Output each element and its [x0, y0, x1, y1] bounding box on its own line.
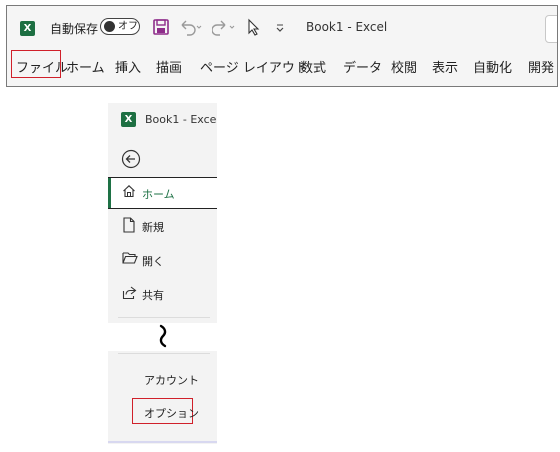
excel-logo-icon: X	[20, 21, 39, 36]
pointer-icon[interactable]	[247, 18, 261, 36]
backstage-item-label: 開く	[142, 255, 164, 268]
ribbon-tabs: ファイル ホーム 挿入 描画 ページ レイアウト 数式 データ 校閲 表示 自動…	[7, 48, 557, 86]
excel-logo-icon: X	[121, 112, 140, 127]
tab-page-layout[interactable]: ページ レイアウト	[200, 57, 308, 76]
tab-home[interactable]: ホーム	[66, 57, 105, 76]
window-title: Book1 - Excel	[306, 20, 388, 34]
tab-data[interactable]: データ	[343, 57, 382, 76]
home-icon	[123, 185, 135, 198]
folder-icon	[122, 252, 138, 264]
panel-bottom-line	[108, 441, 217, 443]
autosave-toggle[interactable]: オフ	[100, 18, 140, 35]
undo-icon[interactable]	[179, 18, 203, 36]
tab-draw[interactable]: 描画	[156, 57, 182, 76]
backstage-item-home[interactable]: ホーム	[108, 177, 217, 209]
tab-review[interactable]: 校閲	[391, 57, 417, 76]
customize-icon[interactable]	[275, 18, 285, 36]
backstage-item-label: 共有	[142, 289, 164, 302]
backstage-item-account[interactable]: アカウント	[144, 372, 199, 388]
backstage-panel: X Book1 - Exce ホーム 新規 開く 共有 アカウント オプション	[108, 103, 217, 444]
divider	[118, 317, 210, 318]
excel-ribbon-screenshot: X 自動保存 オフ Book1 - Excel ファイル ホーム 挿入 描画 ペ…	[6, 5, 558, 87]
backstage-item-new[interactable]: 新規	[108, 211, 217, 241]
toggle-knob	[104, 21, 115, 32]
tab-automate[interactable]: 自動化	[473, 57, 512, 76]
back-arrow-icon[interactable]	[121, 149, 141, 169]
share-icon	[122, 286, 137, 300]
backstage-item-label: ホーム	[142, 188, 175, 201]
break-squiggle-icon	[159, 324, 167, 348]
new-doc-icon	[123, 217, 135, 233]
autosave-state: オフ	[118, 21, 138, 32]
backstage-item-share[interactable]: 共有	[108, 279, 217, 309]
backstage-title: Book1 - Exce	[145, 113, 217, 126]
save-icon[interactable]	[153, 18, 169, 36]
title-bar: X 自動保存 オフ Book1 - Excel	[7, 6, 557, 46]
tab-formulas[interactable]: 数式	[300, 57, 326, 76]
divider	[118, 353, 210, 354]
backstage-item-label: 新規	[142, 221, 164, 234]
backstage-item-options[interactable]: オプション	[144, 405, 199, 421]
tab-developer[interactable]: 開発	[528, 57, 554, 76]
backstage-item-open[interactable]: 開く	[108, 245, 217, 275]
file-tab-highlight	[11, 50, 61, 78]
redo-icon[interactable]	[212, 18, 236, 36]
tab-insert[interactable]: 挿入	[115, 57, 141, 76]
search-box-edge[interactable]	[545, 15, 557, 43]
tab-view[interactable]: 表示	[432, 57, 458, 76]
autosave-label: 自動保存	[50, 22, 99, 36]
